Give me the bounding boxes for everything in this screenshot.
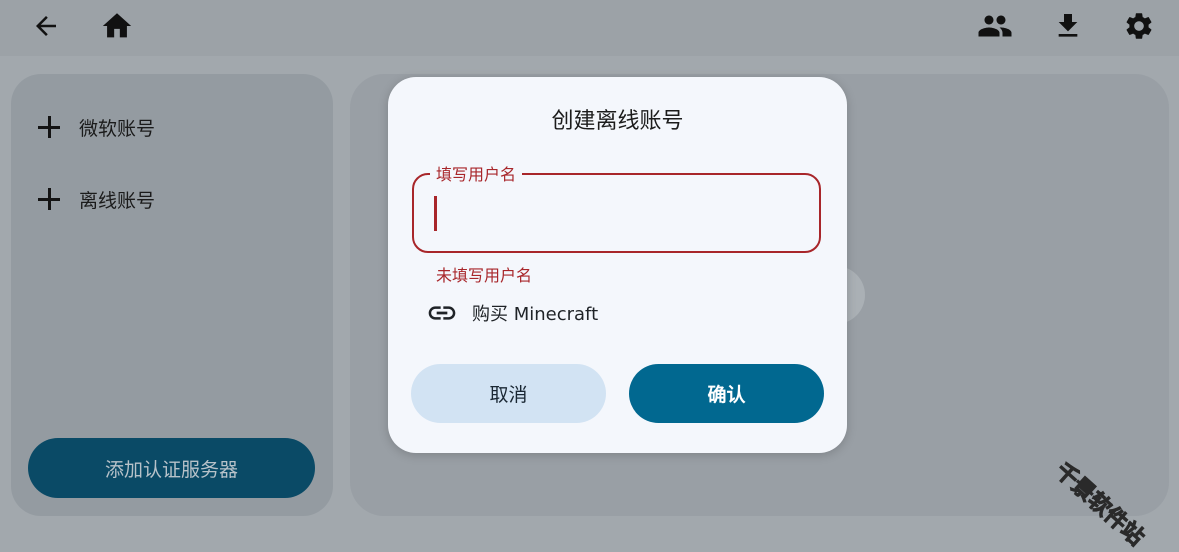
download-icon: [1058, 14, 1078, 37]
add-offline-account-label: 离线账号: [79, 189, 156, 212]
arrow-left-icon: [36, 16, 56, 36]
username-input[interactable]: [432, 189, 806, 241]
cancel-button[interactable]: 取消: [411, 364, 606, 423]
add-auth-server-button[interactable]: 添加认证服务器: [28, 438, 315, 498]
buy-minecraft-link[interactable]: 购买 Minecraft: [426, 297, 598, 329]
settings-button[interactable]: [1117, 4, 1161, 48]
username-field-label: 填写用户名: [430, 161, 523, 185]
add-offline-account[interactable]: 离线账号: [37, 179, 155, 219]
plus-icon: [37, 187, 61, 211]
dialog-title: 创建离线账号: [551, 109, 684, 134]
home-button[interactable]: [95, 4, 139, 48]
gear-icon: [1126, 13, 1152, 39]
confirm-button[interactable]: 确认: [629, 364, 824, 423]
back-button[interactable]: [24, 4, 68, 48]
buy-minecraft-label: 购买 Minecraft: [472, 304, 599, 325]
text-cursor: [434, 196, 437, 231]
plus-icon: [37, 115, 61, 139]
top-bar: [0, 0, 1179, 56]
link-icon: [428, 306, 456, 320]
account-type-panel: 微软账号 离线账号 添加认证服务器: [11, 74, 333, 516]
download-button[interactable]: [1046, 4, 1090, 48]
add-microsoft-account-label: 微软账号: [79, 117, 156, 140]
create-offline-account-dialog: 创建离线账号 填写用户名 未填写用户名 购买 Minecraft 取消 确认: [388, 77, 847, 453]
add-microsoft-account[interactable]: 微软账号: [37, 107, 155, 147]
username-error-text: 未填写用户名: [436, 266, 533, 285]
accounts-button[interactable]: [973, 4, 1017, 48]
people-icon: [978, 15, 1012, 37]
home-icon: [102, 13, 132, 38]
